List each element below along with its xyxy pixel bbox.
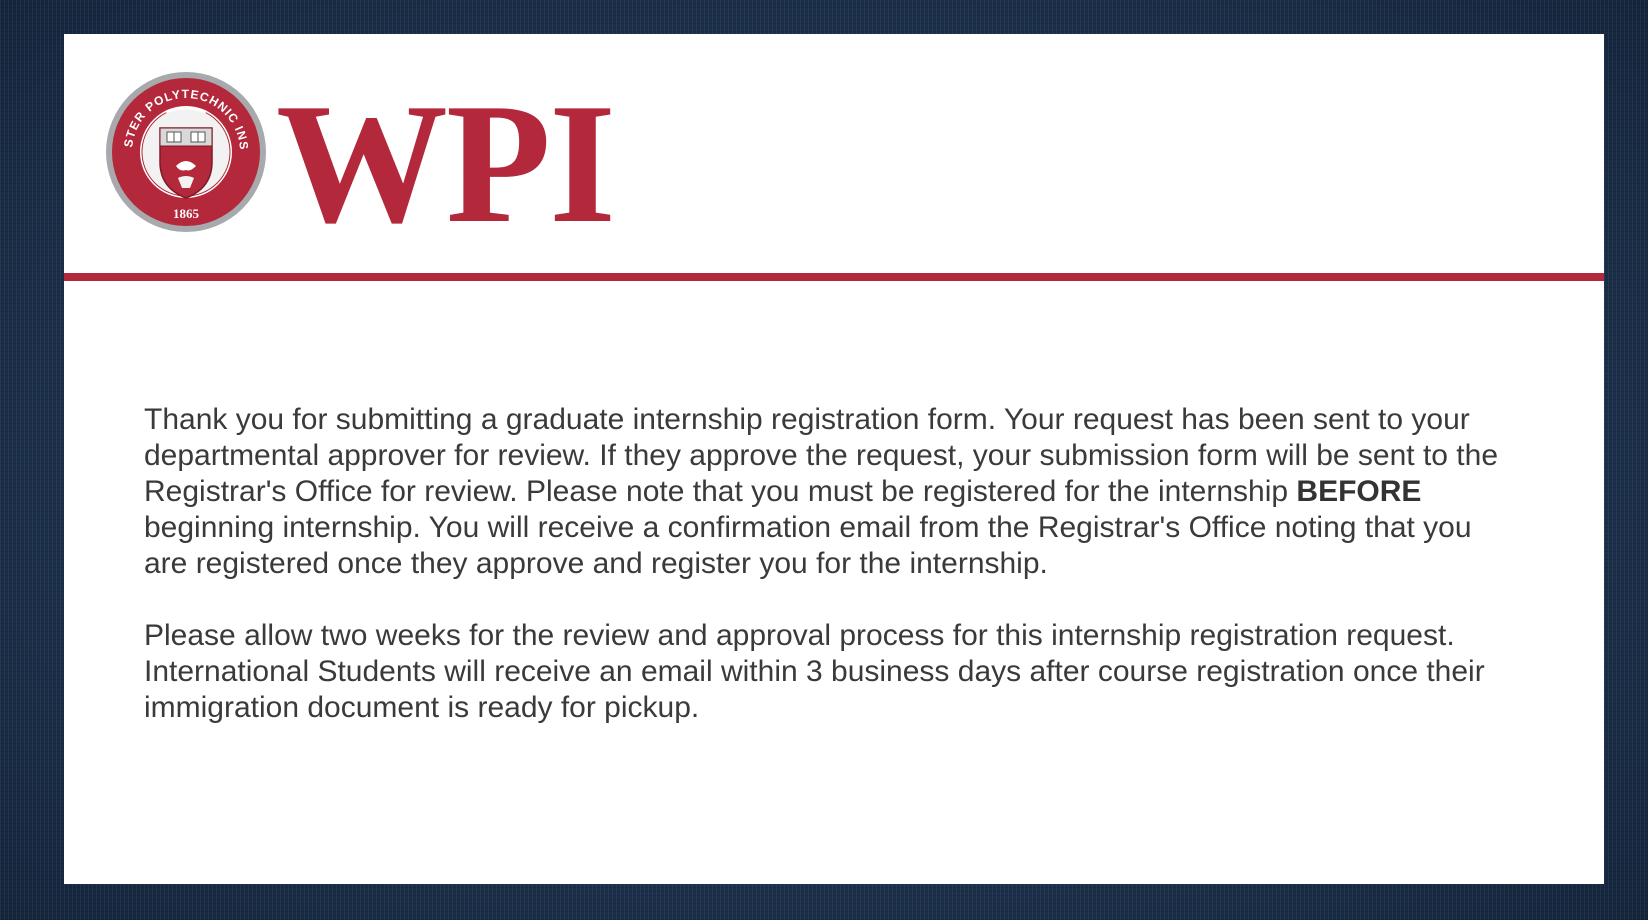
message-emphasis-before: BEFORE [1296, 475, 1422, 508]
header-divider [64, 273, 1604, 281]
confirmation-card: WORCESTER POLYTECHNIC INSTITUTE 1865 WPI… [64, 34, 1604, 884]
message-p1-text-b: beginning internship. You will receive a… [144, 511, 1472, 580]
message-paragraph-2: Please allow two weeks for the review an… [144, 619, 1485, 724]
wpi-seal-logo: WORCESTER POLYTECHNIC INSTITUTE 1865 [104, 70, 266, 232]
svg-text:1865: 1865 [173, 206, 200, 221]
confirmation-message: Thank you for submitting a graduate inte… [144, 402, 1504, 762]
message-paragraph-1: Thank you for submitting a graduate inte… [144, 402, 1504, 582]
header: WORCESTER POLYTECHNIC INSTITUTE 1865 WPI [64, 34, 1604, 274]
message-p1-text-a: Thank you for submitting a graduate inte… [144, 403, 1499, 508]
wpi-wordmark: WPI [276, 69, 616, 259]
